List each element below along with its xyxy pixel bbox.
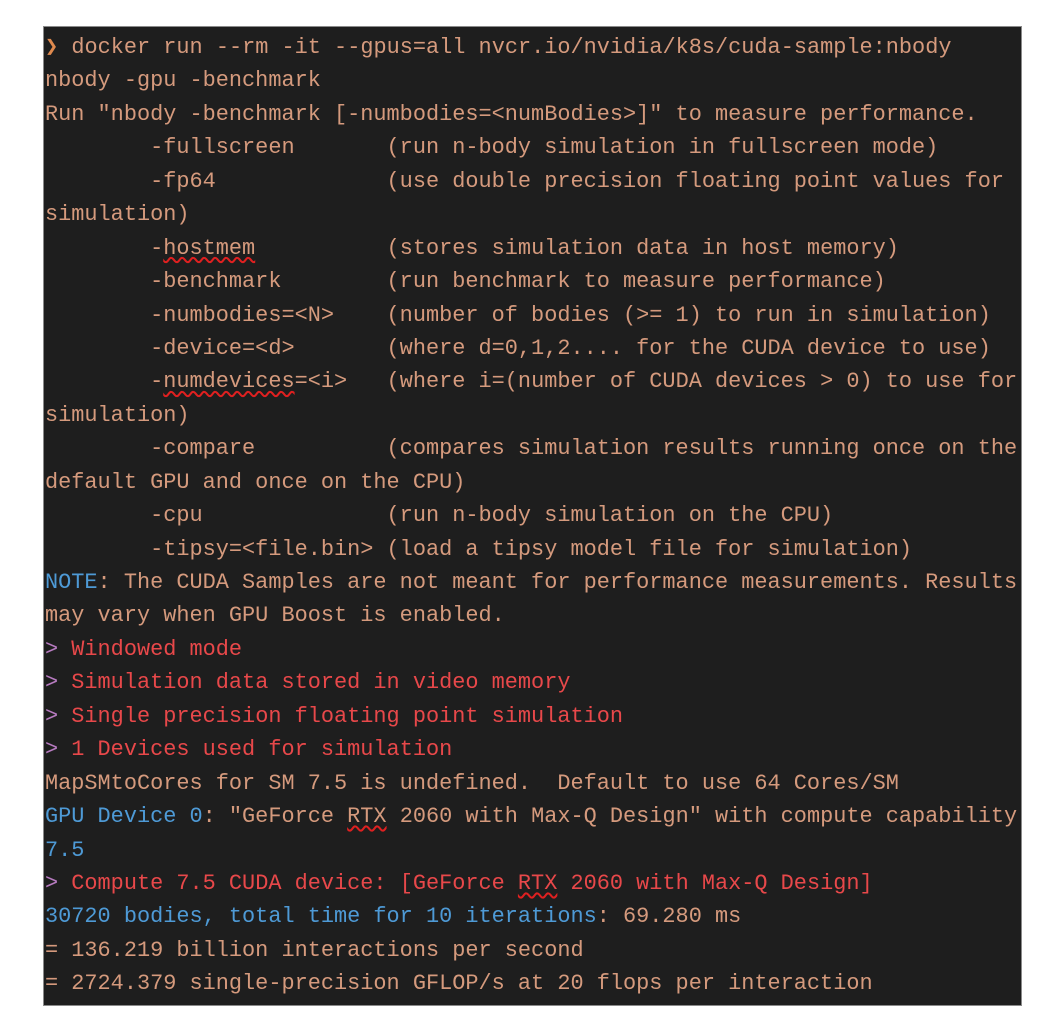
spellcheck-flagged-word: RTX — [347, 804, 387, 830]
terminal-text-segment: =<i> (where i=(number of CUDA devices > … — [294, 369, 1018, 395]
terminal-line: -hostmem (stores simulation data in host… — [45, 232, 1021, 265]
terminal-text-segment: 2060 with Max-Q Design] — [557, 870, 873, 896]
terminal-line: 7.5 — [45, 834, 1021, 867]
output-marker: > — [45, 636, 59, 662]
terminal-text-segment: -device=<d> (where d=0,1,2.... for the C… — [45, 335, 991, 361]
terminal-text-segment: : 69.280 ms — [596, 904, 742, 930]
terminal-text-segment: simulation) — [45, 202, 190, 228]
terminal-text-segment: Run "nbody -benchmark [-numbodies=<numBo… — [45, 101, 978, 127]
terminal-text-segment: NOTE — [45, 570, 98, 595]
terminal-line: ❯ docker run --rm -it --gpus=all nvcr.io… — [45, 31, 1021, 64]
terminal-line: -benchmark (run benchmark to measure per… — [45, 265, 1021, 298]
chevron-right-icon: ❯ — [45, 35, 59, 60]
terminal-output[interactable]: ❯ docker run --rm -it --gpus=all nvcr.io… — [43, 26, 1022, 1006]
terminal-text-segment: (stores simulation data in host memory) — [255, 235, 899, 261]
terminal-text-segment: 7.5 — [45, 837, 85, 863]
terminal-line: 30720 bodies, total time for 10 iteratio… — [45, 900, 1021, 933]
output-marker: > — [45, 737, 59, 763]
terminal-line: simulation) — [45, 198, 1021, 231]
terminal-text-segment: -numbodies=<N> (number of bodies (>= 1) … — [45, 302, 991, 328]
terminal-text-segment: = 136.219 billion interactions per secon… — [45, 937, 584, 963]
terminal-line: -fullscreen (run n-body simulation in fu… — [45, 131, 1021, 164]
output-marker: > — [45, 703, 59, 729]
terminal-text-segment: Simulation data stored in video memory — [58, 670, 571, 696]
terminal-text-segment: Windowed mode — [58, 636, 243, 662]
output-marker: > — [45, 670, 59, 696]
terminal-line: -device=<d> (where d=0,1,2.... for the C… — [45, 332, 1021, 365]
terminal-text-segment: -benchmark (run benchmark to measure per… — [45, 269, 886, 295]
terminal-text-segment: -cpu (run n-body simulation on the CPU) — [45, 503, 834, 529]
terminal-line: MapSMtoCores for SM 7.5 is undefined. De… — [45, 767, 1021, 800]
terminal-line: -tipsy=<file.bin> (load a tipsy model fi… — [45, 533, 1021, 566]
terminal-text-segment: = 2724.379 single-precision GFLOP/s at 2… — [45, 971, 873, 997]
terminal-line: > Compute 7.5 CUDA device: [GeForce RTX … — [45, 867, 1021, 900]
terminal-text-segment: 1 Devices used for simulation — [58, 737, 453, 763]
terminal-line: > Simulation data stored in video memory — [45, 666, 1021, 699]
terminal-text-segment: - — [45, 369, 164, 395]
terminal-line: > Single precision floating point simula… — [45, 700, 1021, 733]
terminal-text-segment: 2060 with Max-Q Design" with compute cap… — [386, 804, 1018, 830]
terminal-line: may vary when GPU Boost is enabled. — [45, 599, 1021, 632]
terminal-text-segment: nbody -gpu -benchmark — [45, 68, 321, 94]
spellcheck-flagged-word: numdevices — [163, 369, 295, 395]
terminal-line: nbody -gpu -benchmark — [45, 64, 1021, 97]
terminal-line: -cpu (run n-body simulation on the CPU) — [45, 499, 1021, 532]
terminal-line: -numdevices=<i> (where i=(number of CUDA… — [45, 365, 1021, 398]
terminal-line: Run "nbody -benchmark [-numbodies=<numBo… — [45, 98, 1021, 131]
terminal-line: = 2724.379 single-precision GFLOP/s at 2… — [45, 967, 1021, 1000]
terminal-line: -fp64 (use double precision floating poi… — [45, 165, 1021, 198]
terminal-text-segment: may vary when GPU Boost is enabled. — [45, 603, 505, 629]
terminal-text-segment: : The CUDA Samples are not meant for per… — [97, 570, 1018, 595]
spellcheck-flagged-word: RTX — [517, 870, 558, 896]
terminal-text-segment: docker run --rm -it --gpus=all nvcr.io/n… — [58, 35, 952, 60]
terminal-line: -numbodies=<N> (number of bodies (>= 1) … — [45, 299, 1021, 332]
terminal-line: > Windowed mode — [45, 633, 1021, 666]
terminal-text-segment: simulation) — [45, 402, 190, 428]
terminal-text-segment: - — [45, 235, 164, 261]
terminal-text-segment: Single precision floating point simulati… — [58, 703, 624, 729]
terminal-line: simulation) — [45, 399, 1021, 432]
terminal-line: = 136.219 billion interactions per secon… — [45, 934, 1021, 967]
terminal-text-segment: Compute 7.5 CUDA device: [GeForce — [58, 870, 518, 896]
terminal-line: -compare (compares simulation results ru… — [45, 432, 1021, 465]
terminal-text-segment: -fullscreen (run n-body simulation in fu… — [45, 135, 939, 161]
terminal-text-segment: -tipsy=<file.bin> (load a tipsy model fi… — [45, 536, 913, 562]
terminal-line: > 1 Devices used for simulation — [45, 733, 1021, 766]
terminal-text-segment: -compare (compares simulation results ru… — [45, 436, 1018, 462]
output-marker: > — [45, 870, 59, 896]
terminal-line: GPU Device 0: "GeForce RTX 2060 with Max… — [45, 800, 1021, 833]
spellcheck-flagged-word: hostmem — [163, 235, 256, 261]
terminal-text-segment: GPU Device 0 — [45, 804, 203, 830]
terminal-text-segment: : "GeForce — [202, 804, 348, 830]
terminal-line: default GPU and once on the CPU) — [45, 466, 1021, 499]
terminal-text-segment: -fp64 (use double precision floating poi… — [45, 168, 1004, 194]
terminal-text-segment: MapSMtoCores for SM 7.5 is undefined. De… — [45, 770, 899, 796]
terminal-line: NOTE: The CUDA Samples are not meant for… — [45, 566, 1021, 599]
terminal-text-segment: default GPU and once on the CPU) — [45, 469, 466, 495]
terminal-text-segment: 30720 bodies, total time for 10 iteratio… — [45, 904, 597, 930]
